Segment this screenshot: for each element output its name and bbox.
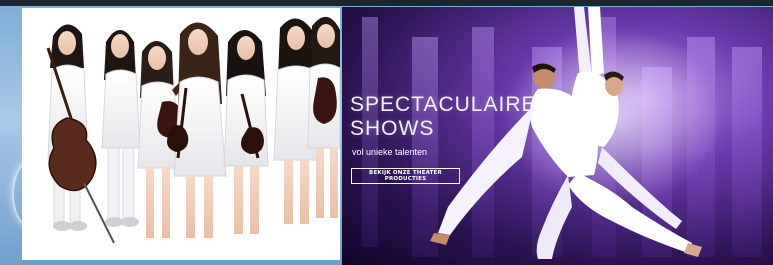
- performer-4: [167, 22, 227, 238]
- theater-hero-banner[interactable]: SPECTACULAIRE SHOWS vol unieke talenten …: [342, 7, 773, 265]
- view-theater-productions-button[interactable]: BEKIJK ONZE THEATER PRODUCTIES: [351, 168, 460, 184]
- hero-title: SPECTACULAIRE SHOWS: [350, 93, 537, 141]
- hero-title-line2: SHOWS: [350, 117, 435, 140]
- violin-ensemble-photo[interactable]: [22, 8, 340, 260]
- performer-2: [101, 30, 141, 227]
- performer-5: [223, 30, 269, 234]
- hero-title-line1: SPECTACULAIRE: [350, 93, 537, 116]
- hero-subtitle: vol unieke talenten: [352, 147, 428, 157]
- performer-7: [307, 16, 340, 218]
- violin-ensemble-illustration: [46, 16, 340, 244]
